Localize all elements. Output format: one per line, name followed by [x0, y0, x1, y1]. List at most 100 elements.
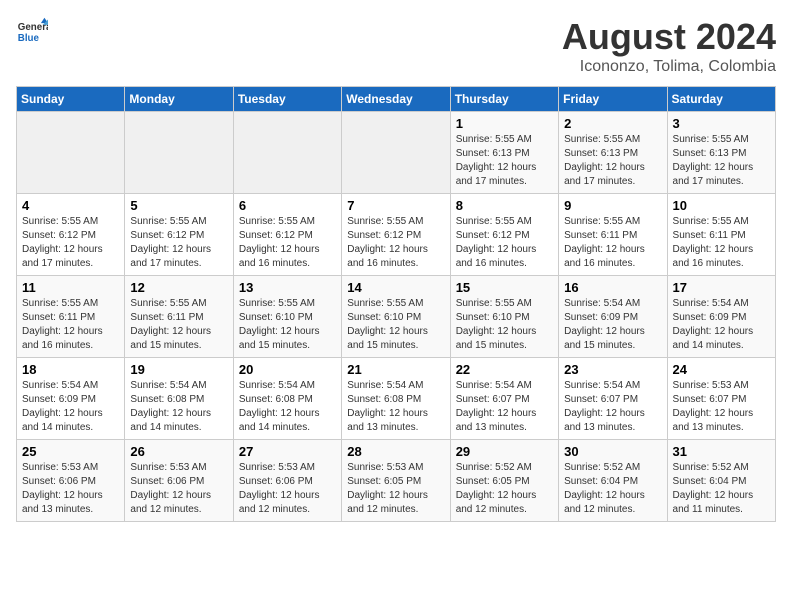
calendar-header-row: SundayMondayTuesdayWednesdayThursdayFrid… — [17, 87, 776, 112]
calendar-week-5: 25 Sunrise: 5:53 AM Sunset: 6:06 PM Dayli… — [17, 440, 776, 522]
day-info: Sunrise: 5:55 AM Sunset: 6:12 PM Dayligh… — [22, 215, 119, 271]
day-info: Sunrise: 5:55 AM Sunset: 6:12 PM Dayligh… — [239, 215, 336, 271]
calendar-cell: 26Sunrise: 5:53 AM Sunset: 6:06 PM Dayli… — [125, 440, 233, 522]
calendar-cell: 21Sunrise: 5:54 AM Sunset: 6:08 PM Dayli… — [342, 358, 450, 440]
day-number: 15 — [456, 280, 553, 295]
day-number: 6 — [239, 198, 336, 213]
column-header-sunday: Sunday — [17, 87, 125, 112]
day-number: 8 — [456, 198, 553, 213]
calendar-cell — [342, 112, 450, 194]
calendar-cell: 23 Sunrise: 5:54 AM Sunset: 6:07 PM Dayli… — [559, 358, 667, 440]
svg-text:Blue: Blue — [18, 33, 40, 44]
calendar-cell — [17, 112, 125, 194]
calendar-cell: 1 Sunrise: 5:55 AM Sunset: 6:13 PM Daylig… — [450, 112, 558, 194]
day-info: Sunrise: 5:55 AM Sunset: 6:12 PM Dayligh… — [130, 215, 227, 271]
calendar-cell: 17 Sunrise: 5:54 AM Sunset: 6:09 PM Dayli… — [667, 276, 775, 358]
day-number: 5 — [130, 198, 227, 213]
calendar-cell: 19 Sunrise: 5:54 AM Sunset: 6:08 PM Dayli… — [125, 358, 233, 440]
day-info: Sunrise: 5:54 AM Sunset: 6:09 PM Dayligh… — [564, 297, 661, 353]
calendar-cell: 13 Sunrise: 5:55 AM Sunset: 6:10 PM Dayli… — [233, 276, 341, 358]
page-subtitle: Icononzo, Tolima, Colombia — [562, 58, 776, 76]
day-number: 7 — [347, 198, 444, 213]
day-info: Sunrise: 5:55 AM Sunset: 6:13 PM Dayligh… — [456, 133, 553, 189]
day-info: Sunrise: 5:55 AM Sunset: 6:12 PM Dayligh… — [456, 215, 553, 271]
day-info: Sunrise: 5:52 AM Sunset: 6:04 PM Dayligh… — [673, 461, 770, 517]
day-number: 14 — [347, 280, 444, 295]
column-header-wednesday: Wednesday — [342, 87, 450, 112]
day-info: Sunrise: 5:55 AM Sunset: 6:11 PM Dayligh… — [673, 215, 770, 271]
day-number: 24 — [673, 362, 770, 377]
day-number: 18 — [22, 362, 119, 377]
day-info: Sunrise: 5:55 AM Sunset: 6:10 PM Dayligh… — [456, 297, 553, 353]
calendar-cell — [125, 112, 233, 194]
logo-icon: General Blue — [16, 16, 48, 48]
calendar-cell: 5 Sunrise: 5:55 AM Sunset: 6:12 PM Daylig… — [125, 194, 233, 276]
day-info: Sunrise: 5:54 AM Sunset: 6:07 PM Dayligh… — [564, 379, 661, 435]
day-info: Sunrise: 5:55 AM Sunset: 6:10 PM Dayligh… — [347, 297, 444, 353]
day-number: 2 — [564, 116, 661, 131]
column-header-tuesday: Tuesday — [233, 87, 341, 112]
day-info: Sunrise: 5:53 AM Sunset: 6:06 PM Dayligh… — [22, 461, 119, 517]
calendar-table: SundayMondayTuesdayWednesdayThursdayFrid… — [16, 86, 776, 522]
calendar-week-4: 18Sunrise: 5:54 AM Sunset: 6:09 PM Dayli… — [17, 358, 776, 440]
calendar-cell: 7 Sunrise: 5:55 AM Sunset: 6:12 PM Daylig… — [342, 194, 450, 276]
day-number: 1 — [456, 116, 553, 131]
day-number: 13 — [239, 280, 336, 295]
day-info: Sunrise: 5:54 AM Sunset: 6:08 PM Dayligh… — [130, 379, 227, 435]
day-info: Sunrise: 5:52 AM Sunset: 6:04 PM Dayligh… — [564, 461, 661, 517]
day-info: Sunrise: 5:54 AM Sunset: 6:09 PM Dayligh… — [673, 297, 770, 353]
calendar-cell: 14 Sunrise: 5:55 AM Sunset: 6:10 PM Dayli… — [342, 276, 450, 358]
column-header-saturday: Saturday — [667, 87, 775, 112]
day-number: 25 — [22, 444, 119, 459]
day-info: Sunrise: 5:53 AM Sunset: 6:05 PM Dayligh… — [347, 461, 444, 517]
day-info: Sunrise: 5:52 AM Sunset: 6:05 PM Dayligh… — [456, 461, 553, 517]
day-info: Sunrise: 5:54 AM Sunset: 6:07 PM Dayligh… — [456, 379, 553, 435]
logo: General Blue — [16, 16, 48, 48]
calendar-cell: 6 Sunrise: 5:55 AM Sunset: 6:12 PM Daylig… — [233, 194, 341, 276]
day-info: Sunrise: 5:55 AM Sunset: 6:11 PM Dayligh… — [564, 215, 661, 271]
calendar-cell — [233, 112, 341, 194]
day-number: 12 — [130, 280, 227, 295]
column-header-friday: Friday — [559, 87, 667, 112]
calendar-cell: 30Sunrise: 5:52 AM Sunset: 6:04 PM Dayli… — [559, 440, 667, 522]
calendar-cell: 16Sunrise: 5:54 AM Sunset: 6:09 PM Dayli… — [559, 276, 667, 358]
calendar-cell: 10 Sunrise: 5:55 AM Sunset: 6:11 PM Dayli… — [667, 194, 775, 276]
day-info: Sunrise: 5:55 AM Sunset: 6:10 PM Dayligh… — [239, 297, 336, 353]
day-number: 17 — [673, 280, 770, 295]
page-title: August 2024 — [562, 16, 776, 58]
day-info: Sunrise: 5:55 AM Sunset: 6:11 PM Dayligh… — [22, 297, 119, 353]
calendar-cell: 12 Sunrise: 5:55 AM Sunset: 6:11 PM Dayli… — [125, 276, 233, 358]
day-number: 11 — [22, 280, 119, 295]
day-info: Sunrise: 5:54 AM Sunset: 6:08 PM Dayligh… — [239, 379, 336, 435]
day-number: 19 — [130, 362, 227, 377]
calendar-cell: 24Sunrise: 5:53 AM Sunset: 6:07 PM Dayli… — [667, 358, 775, 440]
day-number: 27 — [239, 444, 336, 459]
calendar-cell: 2 Sunrise: 5:55 AM Sunset: 6:13 PM Daylig… — [559, 112, 667, 194]
day-number: 31 — [673, 444, 770, 459]
page-header: General Blue August 2024 Icononzo, Tolim… — [16, 16, 776, 76]
title-block: August 2024 Icononzo, Tolima, Colombia — [562, 16, 776, 76]
calendar-cell: 28 Sunrise: 5:53 AM Sunset: 6:05 PM Dayli… — [342, 440, 450, 522]
day-info: Sunrise: 5:55 AM Sunset: 6:12 PM Dayligh… — [347, 215, 444, 271]
calendar-cell: 3Sunrise: 5:55 AM Sunset: 6:13 PM Daylig… — [667, 112, 775, 194]
day-number: 22 — [456, 362, 553, 377]
calendar-week-1: 1 Sunrise: 5:55 AM Sunset: 6:13 PM Daylig… — [17, 112, 776, 194]
calendar-cell: 8 Sunrise: 5:55 AM Sunset: 6:12 PM Daylig… — [450, 194, 558, 276]
day-number: 10 — [673, 198, 770, 213]
svg-text:General: General — [18, 22, 48, 33]
calendar-cell: 18Sunrise: 5:54 AM Sunset: 6:09 PM Dayli… — [17, 358, 125, 440]
calendar-cell: 31 Sunrise: 5:52 AM Sunset: 6:04 PM Dayli… — [667, 440, 775, 522]
day-info: Sunrise: 5:54 AM Sunset: 6:08 PM Dayligh… — [347, 379, 444, 435]
day-info: Sunrise: 5:53 AM Sunset: 6:06 PM Dayligh… — [239, 461, 336, 517]
day-info: Sunrise: 5:55 AM Sunset: 6:13 PM Dayligh… — [564, 133, 661, 189]
day-number: 26 — [130, 444, 227, 459]
column-header-thursday: Thursday — [450, 87, 558, 112]
calendar-body: 1 Sunrise: 5:55 AM Sunset: 6:13 PM Daylig… — [17, 112, 776, 522]
day-info: Sunrise: 5:55 AM Sunset: 6:11 PM Dayligh… — [130, 297, 227, 353]
calendar-cell: 9Sunrise: 5:55 AM Sunset: 6:11 PM Daylig… — [559, 194, 667, 276]
day-number: 28 — [347, 444, 444, 459]
calendar-cell: 4Sunrise: 5:55 AM Sunset: 6:12 PM Daylig… — [17, 194, 125, 276]
day-number: 23 — [564, 362, 661, 377]
calendar-week-3: 11 Sunrise: 5:55 AM Sunset: 6:11 PM Dayli… — [17, 276, 776, 358]
calendar-cell: 22 Sunrise: 5:54 AM Sunset: 6:07 PM Dayli… — [450, 358, 558, 440]
